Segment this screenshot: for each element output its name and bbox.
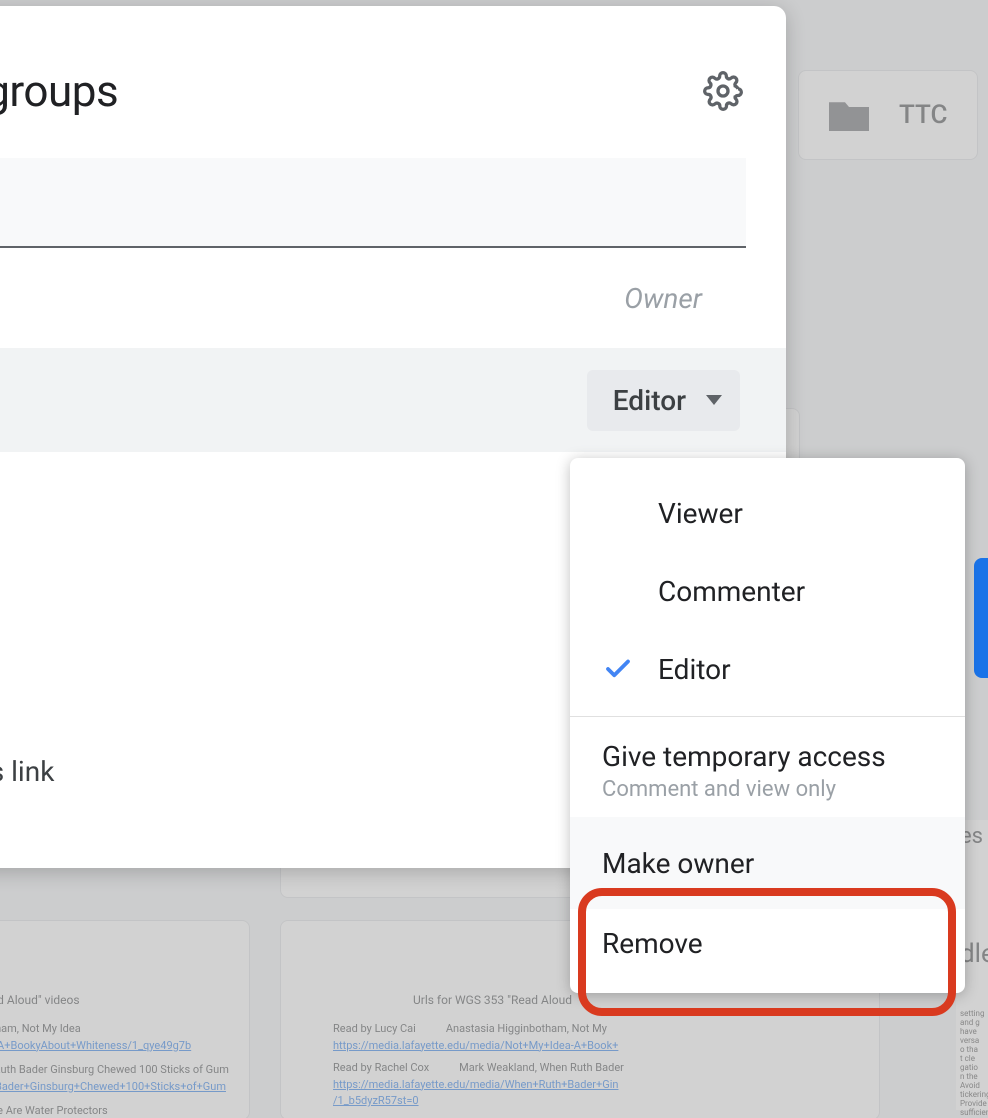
menu-label: Viewer	[658, 497, 743, 530]
owner-role-label: Owner	[624, 282, 702, 315]
dialog-title: e and groups	[0, 65, 118, 117]
add-people-input[interactable]	[0, 158, 746, 248]
menu-label: Commenter	[658, 575, 805, 608]
menu-item-temporary-access[interactable]: Give temporary access Comment and view o…	[570, 725, 965, 817]
gear-icon	[703, 71, 743, 111]
menu-label: Make owner	[602, 847, 754, 880]
role-dropdown-menu: Viewer Commenter Editor Give temporary a…	[570, 458, 965, 993]
menu-sublabel: Comment and view only	[602, 777, 836, 802]
owner-row: Owner	[0, 248, 746, 348]
menu-item-commenter[interactable]: Commenter	[570, 552, 965, 630]
menu-item-editor[interactable]: Editor	[570, 630, 965, 708]
menu-divider	[570, 716, 965, 717]
menu-item-viewer[interactable]: Viewer	[570, 474, 965, 552]
menu-label: Give temporary access	[602, 740, 886, 773]
check-icon	[602, 654, 634, 684]
link-access-text: open with this link	[0, 755, 54, 788]
menu-label: Editor	[658, 653, 731, 686]
menu-item-remove[interactable]: Remove	[570, 909, 965, 977]
dialog-header: e and groups	[0, 46, 746, 136]
role-dropdown-button[interactable]: Editor	[587, 370, 740, 431]
role-dropdown-label: Editor	[613, 384, 686, 417]
menu-item-make-owner[interactable]: Make owner	[570, 817, 965, 909]
blue-edge-accent	[974, 558, 988, 678]
collaborator-row: Editor	[0, 348, 786, 452]
menu-label: Remove	[602, 927, 703, 960]
settings-button[interactable]	[700, 68, 746, 114]
chevron-down-icon	[706, 395, 722, 405]
